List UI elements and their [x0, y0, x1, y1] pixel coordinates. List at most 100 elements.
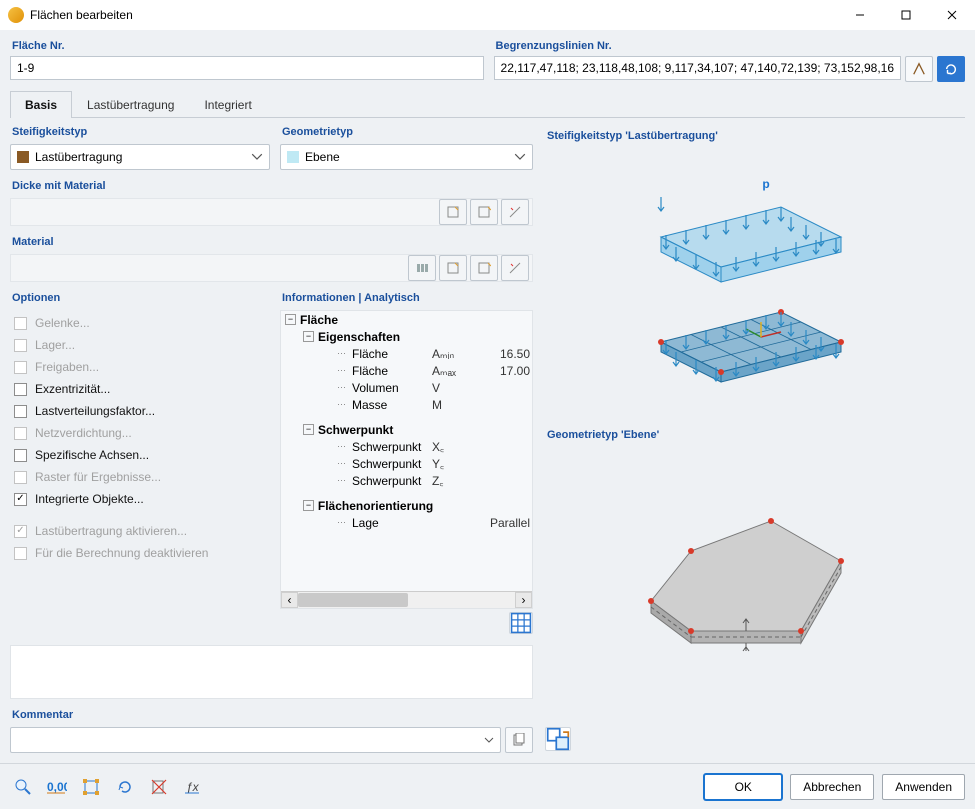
tab-basis[interactable]: Basis: [10, 91, 72, 118]
minimize-button[interactable]: [837, 0, 883, 30]
scroll-left-button[interactable]: ‹: [281, 592, 298, 608]
info-row[interactable]: ⋯FlächeAₘᵢₙ16.50: [281, 345, 532, 362]
option-checkbox: Raster für Ergebnisse...: [10, 466, 270, 488]
thickness-toolbar: [10, 198, 533, 226]
comment-input[interactable]: [10, 727, 501, 753]
select-lines-button[interactable]: [937, 56, 965, 82]
material-label: Material: [10, 234, 533, 250]
option-label: Lastübertragung aktivieren...: [35, 524, 187, 538]
info-row[interactable]: −Flächenorientierung: [281, 497, 532, 514]
info-row[interactable]: −Fläche: [281, 311, 532, 328]
info-tree-hscroll[interactable]: ‹ ›: [281, 591, 532, 608]
tab-lastuebertragung[interactable]: Lastübertragung: [72, 91, 189, 118]
tool-units-button[interactable]: 0,00: [44, 775, 70, 799]
thickness-library-button[interactable]: [470, 199, 498, 225]
material-library-button[interactable]: [408, 255, 436, 281]
tool-node-button[interactable]: [78, 775, 104, 799]
chevron-down-icon: [514, 153, 526, 160]
info-row[interactable]: ⋯MasseM: [281, 396, 532, 413]
material-picklib-button[interactable]: [470, 255, 498, 281]
tool-function-button[interactable]: ƒx: [180, 775, 206, 799]
tree-collapse-icon[interactable]: −: [303, 424, 314, 435]
stiffness-type-value: Lastübertragung: [35, 150, 251, 164]
boundary-lines-value: 22,117,47,118; 23,118,48,108; 9,117,34,1…: [501, 61, 894, 75]
surface-no-input[interactable]: 1-9: [10, 56, 484, 80]
info-row[interactable]: ⋯LageParallel: [281, 514, 532, 531]
option-label: Raster für Ergebnisse...: [35, 470, 161, 484]
maximize-button[interactable]: [883, 0, 929, 30]
app-icon: [8, 7, 24, 23]
preview-sync-button[interactable]: [545, 727, 571, 751]
boundary-lines-label: Begrenzungslinien Nr.: [494, 40, 965, 52]
comment-edit-button[interactable]: [505, 727, 533, 753]
info-grid-button[interactable]: [509, 612, 533, 634]
boundary-lines-input[interactable]: 22,117,47,118; 23,118,48,108; 9,117,34,1…: [494, 56, 901, 80]
close-button[interactable]: [929, 0, 975, 30]
info-row[interactable]: ⋯SchwerpunktZ꜀: [281, 472, 532, 489]
thickness-new-button[interactable]: [439, 199, 467, 225]
info-tree[interactable]: −Fläche−Eigenschaften⋯FlächeAₘᵢₙ16.50⋯Fl…: [280, 310, 533, 609]
option-checkbox[interactable]: Lastverteilungsfaktor...: [10, 400, 270, 422]
option-checkbox: Netzverdichtung...: [10, 422, 270, 444]
option-label: Gelenke...: [35, 316, 90, 330]
tree-collapse-icon[interactable]: −: [303, 331, 314, 342]
titlebar: Flächen bearbeiten: [0, 0, 975, 30]
info-row[interactable]: ⋯SchwerpunktX꜀: [281, 438, 532, 455]
thickness-label: Dicke mit Material: [10, 178, 533, 194]
svg-text:ƒx: ƒx: [186, 780, 200, 794]
option-checkbox[interactable]: ✓Integrierte Objekte...: [10, 488, 270, 510]
option-label: Für die Berechnung deaktivieren: [35, 546, 208, 560]
info-row[interactable]: ⋯FlächeAₘₐₓ17.00: [281, 362, 532, 379]
option-checkbox[interactable]: Spezifische Achsen...: [10, 444, 270, 466]
material-edit-button[interactable]: [501, 255, 529, 281]
tool-help-button[interactable]: [10, 775, 36, 799]
comment-label: Kommentar: [10, 707, 533, 723]
surface-no-label: Fläche Nr.: [10, 40, 484, 52]
geometry-preview-image: [545, 445, 957, 718]
tree-collapse-icon[interactable]: −: [303, 500, 314, 511]
preview-list-empty: [10, 645, 533, 699]
tree-collapse-icon[interactable]: −: [285, 314, 296, 325]
material-toolbar: [10, 254, 533, 282]
apply-button[interactable]: Anwenden: [882, 774, 965, 800]
svg-text:0,00: 0,00: [47, 780, 67, 794]
info-row[interactable]: ⋯SchwerpunktY꜀: [281, 455, 532, 472]
cancel-button[interactable]: Abbrechen: [790, 774, 874, 800]
geometry-type-label: Geometrietyp: [280, 124, 533, 140]
window-title: Flächen bearbeiten: [30, 8, 133, 22]
tab-integriert[interactable]: Integriert: [189, 91, 266, 118]
option-label: Exzentrizität...: [35, 382, 110, 396]
info-row[interactable]: −Schwerpunkt: [281, 421, 532, 438]
thickness-edit-button[interactable]: [501, 199, 529, 225]
ok-button[interactable]: OK: [704, 774, 782, 800]
option-checkbox: Für die Berechnung deaktivieren: [10, 542, 270, 564]
option-label: Freigaben...: [35, 360, 99, 374]
option-label: Integrierte Objekte...: [35, 492, 144, 506]
tool-delete-button[interactable]: [146, 775, 172, 799]
option-checkbox: ✓Lastübertragung aktivieren...: [10, 520, 270, 542]
material-new-button[interactable]: [439, 255, 467, 281]
info-row[interactable]: [281, 413, 532, 421]
tool-refresh-button[interactable]: [112, 775, 138, 799]
load-label-p: p: [762, 177, 769, 191]
options-label: Optionen: [10, 290, 270, 310]
tabbar: Basis Lastübertragung Integriert: [10, 90, 965, 118]
option-checkbox: Lager...: [10, 334, 270, 356]
option-checkbox: Gelenke...: [10, 312, 270, 334]
stiffness-type-select[interactable]: Lastübertragung: [10, 144, 270, 170]
option-label: Spezifische Achsen...: [35, 448, 149, 462]
geometry-type-value: Ebene: [305, 150, 514, 164]
scroll-right-button[interactable]: ›: [515, 592, 532, 608]
geometry-type-select[interactable]: Ebene: [280, 144, 533, 170]
option-checkbox[interactable]: Exzentrizität...: [10, 378, 270, 400]
stiffness-preview-label: Steifigkeitstyp 'Lastübertragung': [545, 130, 718, 142]
info-row[interactable]: ⋯VolumenV: [281, 379, 532, 396]
geometry-swatch: [287, 151, 299, 163]
geometry-preview-label: Geometrietyp 'Ebene': [545, 429, 659, 441]
info-row[interactable]: [281, 489, 532, 497]
pick-lines-button[interactable]: [905, 56, 933, 82]
info-row[interactable]: −Eigenschaften: [281, 328, 532, 345]
surface-no-value: 1-9: [17, 61, 34, 75]
stiffness-type-label: Steifigkeitstyp: [10, 124, 270, 140]
info-header: Informationen | Analytisch: [280, 290, 533, 310]
